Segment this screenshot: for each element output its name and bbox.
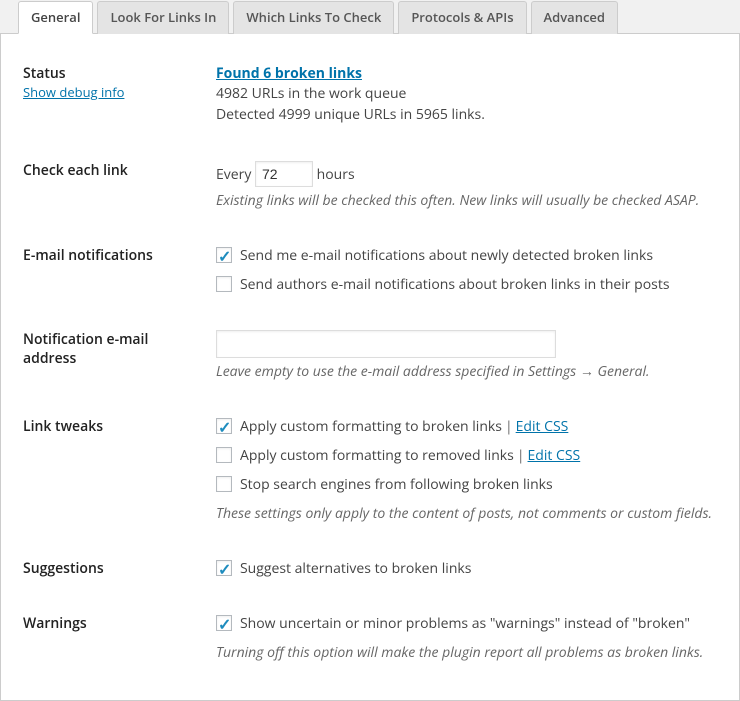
detected-count: Detected 4999 unique URLs in 5965 links. xyxy=(216,105,485,124)
removed-format-checkbox[interactable] xyxy=(216,447,232,463)
warnings-label: Show uncertain or minor problems as "war… xyxy=(240,614,690,633)
edit-css-broken-link[interactable]: Edit CSS xyxy=(516,417,569,436)
separator: | xyxy=(517,446,525,465)
queue-count: 4982 URLs in the work queue xyxy=(216,84,406,103)
nofollow-checkbox[interactable] xyxy=(216,476,232,492)
notify-authors-checkbox[interactable] xyxy=(216,276,232,292)
check-each-suffix: hours xyxy=(317,165,355,184)
removed-format-label: Apply custom formatting to removed links xyxy=(240,446,514,465)
settings-tabs: General Look For Links In Which Links To… xyxy=(0,0,740,33)
notify-me-checkbox[interactable] xyxy=(216,247,232,263)
status-heading: Status xyxy=(23,64,201,83)
notif-email-input[interactable] xyxy=(216,330,556,358)
link-tweaks-heading: Link tweaks xyxy=(1,399,211,541)
warnings-heading: Warnings xyxy=(1,596,211,680)
suggest-alt-label: Suggest alternatives to broken links xyxy=(240,559,471,578)
notify-me-label: Send me e-mail notifications about newly… xyxy=(240,246,653,265)
notif-address-desc: Leave empty to use the e-mail address sp… xyxy=(216,362,719,381)
suggestions-heading: Suggestions xyxy=(1,541,211,596)
link-tweaks-desc: These settings only apply to the content… xyxy=(216,504,719,523)
warnings-desc: Turning off this option will make the pl… xyxy=(216,643,719,662)
broken-format-label: Apply custom formatting to broken links xyxy=(240,417,502,436)
tab-look-for-links[interactable]: Look For Links In xyxy=(97,1,229,34)
tab-which-links[interactable]: Which Links To Check xyxy=(233,1,394,34)
suggest-alt-checkbox[interactable] xyxy=(216,560,232,576)
tab-advanced[interactable]: Advanced xyxy=(531,1,618,34)
notif-address-heading: Notification e-mail address xyxy=(1,312,211,399)
settings-panel: Status Show debug info Found 6 broken li… xyxy=(0,33,740,701)
tab-general[interactable]: General xyxy=(18,1,93,34)
edit-css-removed-link[interactable]: Edit CSS xyxy=(528,446,581,465)
check-each-heading: Check each link xyxy=(1,143,211,228)
separator: | xyxy=(505,417,513,436)
tab-protocols-apis[interactable]: Protocols & APIs xyxy=(398,1,526,34)
broken-format-checkbox[interactable] xyxy=(216,418,232,434)
check-each-desc: Existing links will be checked this ofte… xyxy=(216,191,719,210)
check-interval-input[interactable] xyxy=(255,161,313,187)
nofollow-label: Stop search engines from following broke… xyxy=(240,475,553,494)
email-notif-heading: E-mail notifications xyxy=(1,228,211,312)
show-debug-link[interactable]: Show debug info xyxy=(23,83,124,101)
notify-authors-label: Send authors e-mail notifications about … xyxy=(240,275,670,294)
check-each-prefix: Every xyxy=(216,165,251,184)
broken-links-link[interactable]: Found 6 broken links xyxy=(216,64,362,83)
